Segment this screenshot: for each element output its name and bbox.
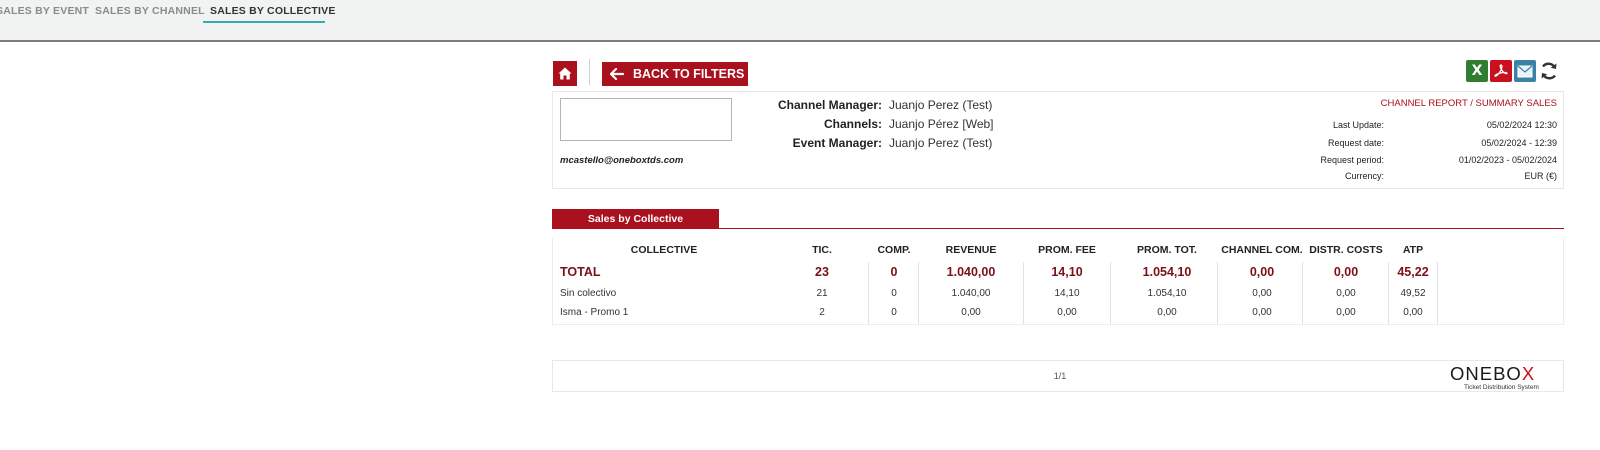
total-comp: 0 — [890, 265, 898, 279]
event-manager-row: Event Manager: — [682, 136, 882, 152]
brand-wordmark: ONEBOX — [1450, 363, 1560, 385]
row-atp: 0,00 — [1403, 307, 1423, 318]
pdf-export-icon[interactable] — [1490, 60, 1512, 82]
currency-label: Currency: — [1344, 171, 1384, 181]
last-update-label: Last Update: — [1332, 120, 1384, 130]
col-header-prom-fee: PROM. FEE — [1038, 244, 1096, 256]
row-prom-fee: 0,00 — [1057, 307, 1077, 318]
row-collective: Isma - Promo 1 — [560, 307, 629, 318]
total-prom-fee: 14,10 — [1051, 265, 1083, 279]
back-to-filters-label: BACK TO FILTERS — [633, 67, 745, 81]
request-period-value: 01/02/2023 - 05/02/2024 — [1458, 155, 1557, 165]
col-header-collective: COLLECTIVE — [630, 244, 698, 256]
excel-export-icon[interactable]: X — [1466, 60, 1488, 82]
last-update-value: 05/02/2024 12:30 — [1486, 120, 1557, 130]
col-header-comp: COMP. — [877, 244, 911, 256]
col-header-atp: ATP — [1402, 244, 1424, 256]
row-channel-com: 0,00 — [1252, 288, 1272, 299]
section-title-tab: Sales by Collective — [552, 209, 719, 229]
currency-value: EUR (€) — [1524, 171, 1557, 181]
section-divider — [552, 228, 1564, 229]
brand-x: X — [1521, 363, 1536, 384]
toolbar-divider — [589, 59, 590, 85]
row-tic: 2 — [819, 307, 825, 318]
col-header-channel-com: CHANNEL COM. — [1221, 244, 1303, 256]
total-revenue: 1.040,00 — [946, 265, 996, 279]
excel-glyph: X — [1471, 63, 1483, 79]
channel-manager-label: Channel Manager: — [777, 98, 882, 112]
channel-manager-value: Juanjo Perez (Test) — [889, 98, 993, 112]
active-tab-indicator — [203, 21, 325, 23]
tab-sales-by-channel[interactable]: SALES BY CHANNEL — [95, 5, 205, 17]
onebox-logo: ONEBOX Ticket Distribution System — [1450, 363, 1560, 391]
home-icon — [558, 67, 572, 80]
row-collective: Sin colectivo — [560, 288, 617, 299]
page-indicator: 1/1 — [1053, 371, 1067, 381]
request-date-label: Request date: — [1327, 138, 1384, 148]
total-label: TOTAL — [560, 265, 601, 279]
request-date-value: 05/02/2024 - 12:39 — [1481, 138, 1557, 148]
channels-row: Channels: — [682, 117, 882, 133]
row-tic: 21 — [816, 288, 828, 299]
report-tabs-bar: SALES BY EVENT SALES BY CHANNEL SALES BY… — [0, 0, 1600, 42]
arrow-left-icon — [610, 68, 624, 80]
brand-tagline: Ticket Distribution System — [1464, 384, 1539, 391]
back-to-filters-button[interactable]: BACK TO FILTERS — [602, 62, 748, 86]
envelope-glyph — [1517, 65, 1533, 77]
row-prom-tot: 0,00 — [1157, 307, 1177, 318]
brand-main: ONEBO — [1450, 363, 1522, 384]
row-comp: 0 — [891, 288, 897, 299]
total-prom-tot: 1.054,10 — [1142, 265, 1192, 279]
report-title: CHANNEL REPORT / SUMMARY SALES — [1380, 98, 1557, 109]
row-atp: 49,52 — [1400, 288, 1426, 299]
total-channel-com: 0,00 — [1249, 265, 1275, 279]
home-button[interactable] — [553, 61, 577, 86]
total-atp: 45,22 — [1397, 265, 1429, 279]
row-distr-costs: 0,00 — [1336, 288, 1356, 299]
channels-label: Channels: — [823, 117, 882, 131]
col-header-distr-costs: DISTR. COSTS — [1309, 244, 1383, 256]
channels-value: Juanjo Pérez [Web] — [889, 117, 994, 131]
row-channel-com: 0,00 — [1252, 307, 1272, 318]
refresh-icon[interactable] — [1538, 60, 1560, 82]
user-email: mcastello@oneboxtds.com — [560, 155, 684, 166]
row-comp: 0 — [891, 307, 897, 318]
pdf-glyph — [1494, 64, 1508, 77]
row-prom-tot: 1.054,10 — [1147, 288, 1187, 299]
tab-sales-by-event[interactable]: SALES BY EVENT — [0, 5, 89, 17]
channel-manager-row: Channel Manager: — [682, 98, 882, 114]
col-header-revenue: REVENUE — [945, 244, 997, 256]
col-header-tic: TIC. — [812, 244, 832, 256]
event-manager-value: Juanjo Perez (Test) — [889, 136, 993, 150]
row-revenue: 1.040,00 — [951, 288, 991, 299]
row-distr-costs: 0,00 — [1336, 307, 1356, 318]
col-header-prom-tot: PROM. TOT. — [1137, 244, 1197, 256]
total-tic: 23 — [815, 265, 829, 279]
event-manager-label: Event Manager: — [792, 136, 882, 150]
refresh-glyph — [1541, 62, 1557, 80]
total-distr-costs: 0,00 — [1333, 265, 1359, 279]
row-revenue: 0,00 — [961, 307, 981, 318]
row-prom-fee: 14,10 — [1054, 288, 1080, 299]
email-export-icon[interactable] — [1514, 60, 1536, 82]
tab-sales-by-collective[interactable]: SALES BY COLLECTIVE — [210, 5, 336, 17]
request-period-label: Request period: — [1320, 155, 1384, 165]
